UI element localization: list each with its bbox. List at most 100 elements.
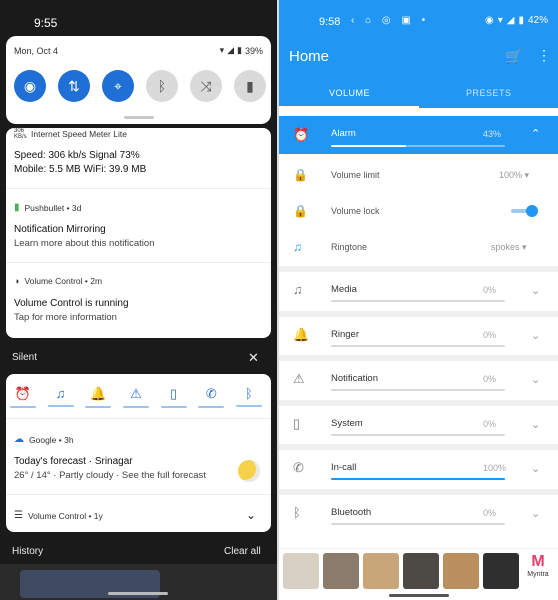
pushbullet-title[interactable]: Notification Mirroring xyxy=(14,224,106,235)
silent-close-icon[interactable]: ✕ xyxy=(248,350,259,366)
volume-notif-title[interactable]: Volume Control is running xyxy=(14,298,129,309)
stream-row-ringer[interactable]: 🔔 Ringer 0% ⌄ xyxy=(279,310,558,353)
volume-slider[interactable] xyxy=(331,300,505,302)
stream-row-bluetooth[interactable]: ᛒ Bluetooth 0% ⌄ xyxy=(279,489,558,531)
bluetooth-icon: ᛒ xyxy=(157,78,167,94)
google-notif-header: ☁ Google • 3h xyxy=(14,434,74,445)
bluetooth-icon[interactable]: ᛒ xyxy=(235,386,262,408)
history-button[interactable]: History xyxy=(12,546,43,557)
chevron-down-icon[interactable]: ⌄ xyxy=(531,373,540,386)
tab-presets[interactable]: PRESETS xyxy=(466,88,512,98)
status-app-icons: ‹ ⌂ ◎ ▣ • xyxy=(351,15,430,26)
music-note-icon[interactable]: ♫ xyxy=(47,386,74,408)
ringtone-value[interactable]: spokes ▾ xyxy=(491,242,527,253)
cart-icon[interactable]: 🛒 xyxy=(505,48,522,65)
phone-device-icon[interactable]: ▯ xyxy=(160,386,187,408)
forecast-body[interactable]: 26° / 14° · Partly cloudy · See the full… xyxy=(14,470,206,481)
chevron-down-icon[interactable]: ⌄ xyxy=(531,462,540,475)
volume-slider[interactable] xyxy=(331,433,505,436)
speed-line1[interactable]: Speed: 306 kb/s Signal 73% xyxy=(14,150,140,161)
slider-fill xyxy=(331,478,505,481)
forecast-title[interactable]: Today's forecast · Srinagar xyxy=(14,456,133,467)
notification-group: 306 KB/s Internet Speed Meter Lite Speed… xyxy=(6,128,271,338)
ad-image[interactable] xyxy=(363,553,399,589)
alarm-clock-icon: ⏰ xyxy=(293,127,310,142)
expand-chevron-icon[interactable]: ⌄ xyxy=(246,508,256,522)
battery-icon: ▮ xyxy=(518,15,524,26)
bell-icon: 🔔 xyxy=(293,326,310,342)
volume-slider[interactable] xyxy=(331,523,505,525)
divider xyxy=(6,188,271,189)
ad-image[interactable] xyxy=(323,553,359,589)
chevron-up-icon[interactable]: ⌃ xyxy=(531,127,540,140)
nav-handle[interactable] xyxy=(389,594,449,597)
speed-line2[interactable]: Mobile: 5.5 MB WiFi: 39.9 MB xyxy=(14,164,146,175)
bluetooth-icon: ᛒ xyxy=(293,505,301,520)
silent-section-label: Silent xyxy=(12,352,38,363)
wifi-tile[interactable]: ◉ xyxy=(14,70,46,102)
warning-icon: ⚠ xyxy=(293,371,305,387)
flashlight-icon: ▮ xyxy=(246,77,254,94)
autorotate-tile[interactable]: ⤨ xyxy=(190,70,222,102)
stream-row-media[interactable]: ♫ Media 0% ⌄ xyxy=(279,266,558,308)
pushbullet-body[interactable]: Learn more about this notification xyxy=(14,238,154,249)
ad-image[interactable] xyxy=(443,553,479,589)
mobile-data-icon: ⇅ xyxy=(68,77,80,94)
volume-mini-bar xyxy=(47,405,74,407)
alarm-clock-icon[interactable]: ⏰ xyxy=(10,386,36,408)
battery-percent: 42% xyxy=(527,15,548,26)
vc-notif-header[interactable]: ☰ Volume Control • 1y xyxy=(14,510,103,521)
volume-limit-row[interactable]: 🔒 Volume limit 100% ▾ xyxy=(279,158,558,192)
phone-call-icon: ✆ xyxy=(293,460,304,476)
volume-mini-bar xyxy=(85,406,112,408)
data-tile[interactable]: ⇅ xyxy=(58,70,90,102)
volume-slider[interactable] xyxy=(331,478,505,481)
chevron-down-icon[interactable]: ⌄ xyxy=(531,329,540,342)
location-tile[interactable]: ⌖ xyxy=(102,70,134,102)
ad-image[interactable] xyxy=(283,553,319,589)
flashlight-tile[interactable]: ▮ xyxy=(234,70,266,102)
tab-indicator xyxy=(279,106,419,108)
volume-notif-body[interactable]: Tap for more information xyxy=(14,312,117,323)
volume-app-name: Volume Control • 2m xyxy=(24,276,103,286)
volume-slider[interactable] xyxy=(331,344,505,347)
qs-tiles: ◉ ⇅ ⌖ ᛒ ⤨ ▮ xyxy=(14,70,266,102)
volume-slider[interactable] xyxy=(331,145,505,147)
tab-bar: VOLUME PRESETS xyxy=(279,78,558,108)
speed-notif-header: 306 KB/s Internet Speed Meter Lite xyxy=(14,128,127,140)
stream-row-system[interactable]: ▯ System 0% ⌄ xyxy=(279,399,558,442)
ad-image[interactable] xyxy=(483,553,519,589)
myntra-logo[interactable]: M Myntra xyxy=(523,553,553,589)
vc-app-name: Volume Control • 1y xyxy=(27,510,103,521)
stream-label: In-call xyxy=(331,462,357,474)
volume-icon-glyph: ♫ xyxy=(55,386,66,401)
ad-banner[interactable]: M Myntra xyxy=(279,548,558,592)
volume-slider[interactable] xyxy=(331,389,505,392)
tab-volume[interactable]: VOLUME xyxy=(329,88,370,98)
qs-drag-handle[interactable] xyxy=(124,116,154,119)
warning-icon[interactable]: ⚠ xyxy=(122,386,149,408)
stream-label: Notification xyxy=(331,373,378,385)
bell-icon[interactable]: 🔔 xyxy=(85,386,112,408)
more-vert-icon[interactable]: ⋮ xyxy=(537,47,551,64)
phone-call-icon[interactable]: ✆ xyxy=(198,386,225,408)
chevron-down-icon[interactable]: ⌄ xyxy=(531,284,540,297)
stream-row-notification[interactable]: ⚠ Notification 0% ⌄ xyxy=(279,355,558,398)
chevron-down-icon[interactable]: ⌄ xyxy=(531,507,540,520)
chevron-down-icon[interactable]: ⌄ xyxy=(531,418,540,431)
stream-row-alarm[interactable]: ⏰ Alarm 43% ⌃ xyxy=(279,116,558,154)
ringtone-row[interactable]: ♫ Ringtone spokes ▾ xyxy=(279,230,558,264)
clear-all-button[interactable]: Clear all xyxy=(224,546,261,557)
volume-mini-bar xyxy=(10,406,36,408)
sliders-icon: ☰ xyxy=(14,510,23,521)
bluetooth-tile[interactable]: ᛒ xyxy=(146,70,178,102)
ringtone-label: Ringtone xyxy=(331,242,368,252)
notification-shade: 9:55 Mon, Oct 4 ▾ ◢ ▮ 39% ◉ ⇅ ⌖ ᛒ ⤨ ▮ 306 KB/… xyxy=(0,0,277,600)
stream-row-in-call[interactable]: ✆ In-call 100% ⌄ xyxy=(279,444,558,487)
volume-lock-row[interactable]: 🔒 Volume lock xyxy=(279,194,558,228)
ad-image[interactable] xyxy=(403,553,439,589)
volume-limit-value[interactable]: 100% ▾ xyxy=(499,170,529,181)
nav-handle[interactable] xyxy=(108,592,168,595)
volume-icon-glyph: 🔔 xyxy=(90,386,107,401)
toggle-thumb[interactable] xyxy=(526,205,538,217)
